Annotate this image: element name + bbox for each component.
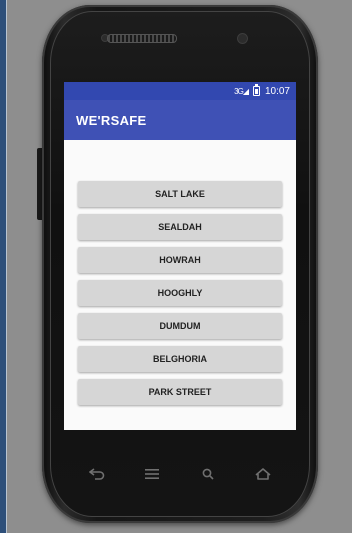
search-icon bbox=[202, 468, 214, 480]
back-icon bbox=[89, 468, 105, 480]
location-button-park-street[interactable]: PARK STREET bbox=[78, 379, 282, 405]
recent-apps-icon bbox=[145, 469, 160, 479]
battery-icon bbox=[252, 84, 260, 96]
location-button-salt-lake[interactable]: SALT LAKE bbox=[78, 181, 282, 207]
recent-apps-button[interactable] bbox=[137, 462, 167, 486]
status-time: 10:07 bbox=[264, 85, 290, 97]
location-button-hooghly[interactable]: HOOGHLY bbox=[78, 280, 282, 306]
phone-screen: 3G◢ 10:07 WE'RSAFE SALT LAKE SEALDAH HOW… bbox=[64, 82, 296, 430]
location-button-sealdah[interactable]: SEALDAH bbox=[78, 214, 282, 240]
front-camera bbox=[237, 33, 248, 44]
location-button-belghoria[interactable]: BELGHORIA bbox=[78, 346, 282, 372]
earpiece-speaker bbox=[107, 34, 177, 43]
signal-label: 3G bbox=[234, 86, 244, 96]
location-button-dumdum[interactable]: DUMDUM bbox=[78, 313, 282, 339]
back-button[interactable] bbox=[82, 462, 112, 486]
signal-icon: 3G◢ bbox=[234, 86, 249, 96]
status-bar: 3G◢ 10:07 bbox=[64, 82, 296, 100]
location-button-list: SALT LAKE SEALDAH HOWRAH HOOGHLY DUMDUM … bbox=[78, 181, 282, 412]
app-title: WE'RSAFE bbox=[76, 112, 147, 128]
navigation-bar bbox=[82, 462, 278, 486]
search-button[interactable] bbox=[193, 462, 223, 486]
location-button-howrah[interactable]: HOWRAH bbox=[78, 247, 282, 273]
home-icon bbox=[255, 468, 271, 480]
app-bar: WE'RSAFE bbox=[64, 100, 296, 140]
home-button[interactable] bbox=[248, 462, 278, 486]
window-frame-edge bbox=[6, 0, 7, 533]
